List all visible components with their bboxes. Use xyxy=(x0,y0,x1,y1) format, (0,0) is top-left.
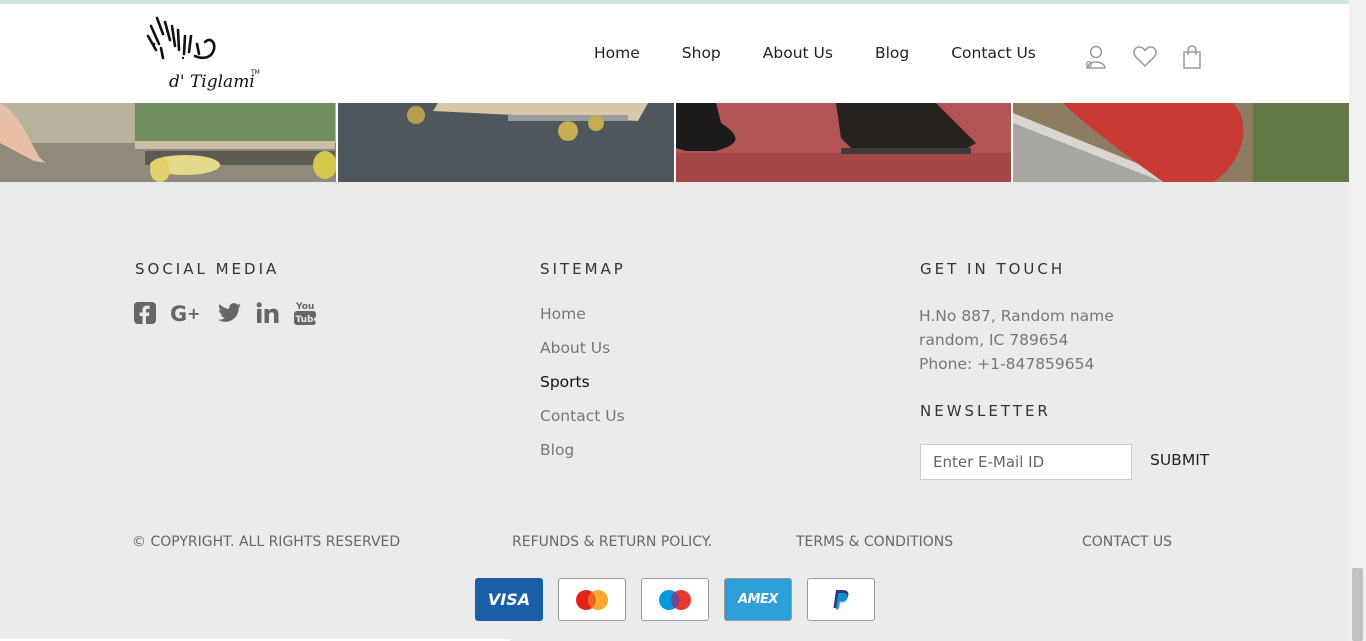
refunds-policy-link[interactable]: REFUNDS & RETURN POLICY. xyxy=(512,534,712,550)
svg-text:G: G xyxy=(170,302,187,324)
shopping-bag-icon[interactable] xyxy=(1180,44,1204,70)
sitemap-link-sports[interactable]: Sports xyxy=(540,373,590,391)
nav-blog[interactable]: Blog xyxy=(875,44,909,62)
site-header: d' Tiglami TM Home Shop About Us Blog Co… xyxy=(0,4,1349,103)
header-icons xyxy=(1084,44,1204,70)
social-media-title: SOCIAL MEDIA xyxy=(135,260,280,278)
nav-home[interactable]: Home xyxy=(594,44,640,62)
newsletter-title: NEWSLETTER xyxy=(920,402,1051,420)
list-item: About Us xyxy=(540,338,625,372)
list-item: Blog xyxy=(540,440,625,474)
youtube-icon[interactable]: You Tube xyxy=(294,300,320,330)
banner-image-black-boots[interactable] xyxy=(675,103,1012,182)
list-item: Contact Us xyxy=(540,406,625,440)
address-line-1: H.No 887, Random name xyxy=(919,307,1114,325)
social-icons: G+ You Tube xyxy=(134,300,320,330)
mastercard-icon xyxy=(558,578,626,621)
paypal-icon xyxy=(807,578,875,621)
sitemap-list: Home About Us Sports Contact Us Blog xyxy=(540,304,625,474)
newsletter-submit-button[interactable]: SUBMIT xyxy=(1150,451,1209,469)
google-plus-icon[interactable]: G + xyxy=(170,302,204,328)
list-item: Home xyxy=(540,304,625,338)
newsletter-email-input[interactable] xyxy=(920,444,1132,480)
scrollbar-thumb[interactable] xyxy=(1352,568,1363,641)
sitemap-link-blog[interactable]: Blog xyxy=(540,441,574,459)
visa-label: VISA xyxy=(487,590,531,609)
get-in-touch-title: GET IN TOUCH xyxy=(920,260,1066,278)
contact-us-link[interactable]: CONTACT US xyxy=(1082,534,1172,550)
copyright-text: © COPYRIGHT. ALL RIGHTS RESERVED xyxy=(132,534,401,550)
phone-number: Phone: +1-847859654 xyxy=(919,355,1095,373)
banner-image-skateboard-hand[interactable] xyxy=(0,103,336,182)
terms-conditions-link[interactable]: TERMS & CONDITIONS xyxy=(796,534,953,550)
svg-text:+: + xyxy=(187,304,200,323)
maestro-icon xyxy=(641,578,709,621)
facebook-icon[interactable] xyxy=(134,302,156,328)
main-nav: Home Shop About Us Blog Contact Us xyxy=(594,44,1078,62)
amex-icon: AMEX xyxy=(724,578,792,621)
sitemap-title: SITEMAP xyxy=(540,260,626,278)
twitter-icon[interactable] xyxy=(218,303,242,327)
banner-image-red-sneaker[interactable] xyxy=(1013,103,1349,182)
nav-contact-us[interactable]: Contact Us xyxy=(951,44,1036,62)
svg-text:d' Tiglami: d' Tiglami xyxy=(169,72,255,92)
logo[interactable]: d' Tiglami TM xyxy=(145,14,265,99)
nav-shop[interactable]: Shop xyxy=(682,44,721,62)
page-scrollbar[interactable] xyxy=(1349,0,1366,641)
zebra-logo-icon: d' Tiglami TM xyxy=(146,16,260,92)
sitemap-link-contact-us[interactable]: Contact Us xyxy=(540,407,625,425)
contact-address: H.No 887, Random name random, IC 789654 … xyxy=(919,304,1114,376)
svg-text:You: You xyxy=(295,302,314,312)
sitemap-link-about-us[interactable]: About Us xyxy=(540,339,610,357)
nav-about-us[interactable]: About Us xyxy=(763,44,833,62)
sitemap-link-home[interactable]: Home xyxy=(540,305,586,323)
heart-icon[interactable] xyxy=(1132,44,1157,70)
svg-text:TM: TM xyxy=(250,69,260,76)
linkedin-icon[interactable] xyxy=(256,302,280,328)
address-line-2: random, IC 789654 xyxy=(919,331,1069,349)
banner-image-skateboard-wheels[interactable] xyxy=(337,103,674,182)
user-icon[interactable] xyxy=(1084,44,1108,70)
visa-icon: VISA xyxy=(475,578,543,621)
list-item: Sports xyxy=(540,372,625,406)
banner-strip xyxy=(0,103,1349,182)
svg-text:Tube: Tube xyxy=(296,315,317,325)
amex-label: AMEX xyxy=(738,592,778,607)
